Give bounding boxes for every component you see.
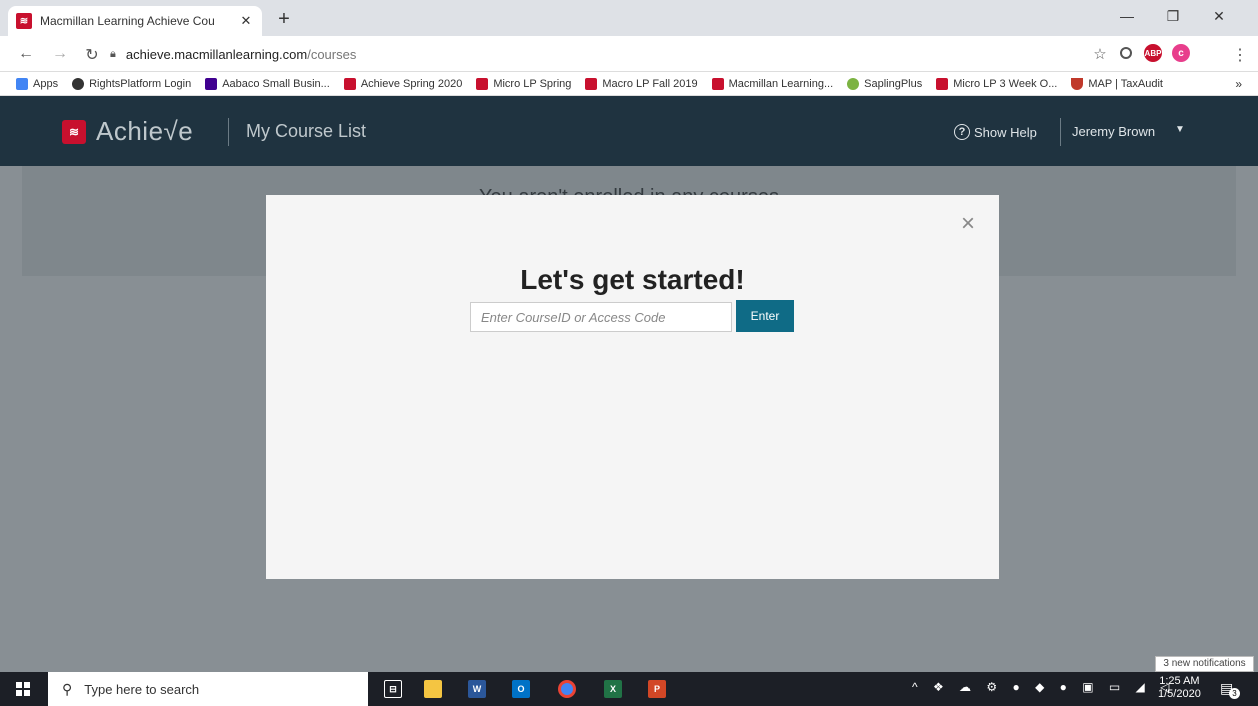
macmillan-icon	[936, 77, 949, 90]
bookmark-macro-lp-fall[interactable]: Macro LP Fall 2019	[585, 77, 698, 90]
reload-icon[interactable]: ↻	[82, 45, 102, 65]
url-path: /courses	[307, 46, 357, 62]
shield-icon	[1071, 77, 1084, 90]
bookmark-label: Macro LP Fall 2019	[602, 77, 698, 90]
notifications-tooltip: 3 new notifications	[1155, 656, 1254, 672]
taskbar-clock[interactable]: 1:25 AM 1/5/2020	[1158, 675, 1201, 701]
bookmark-label: MAP | TaxAudit	[1088, 77, 1163, 90]
caret-down-icon[interactable]: ▼	[1175, 124, 1185, 135]
system-tray-icons[interactable]: ^ ❖ ☁ ⚙ ● ◆ ● ▣ ▭ ◢ ◁	[912, 680, 1175, 694]
bookmark-label: Micro LP 3 Week O...	[953, 77, 1058, 90]
macmillan-favicon-icon: ≋	[16, 13, 32, 29]
bookmark-label: SaplingPlus	[864, 77, 923, 90]
macmillan-icon	[343, 77, 356, 90]
word-icon[interactable]: W	[468, 680, 486, 698]
bookmark-micro-lp-spring[interactable]: Micro LP Spring	[476, 77, 572, 90]
file-explorer-icon[interactable]	[424, 680, 442, 698]
extension-circle-icon[interactable]	[1120, 47, 1132, 59]
action-center-icon[interactable]: ▤ 3	[1220, 680, 1240, 699]
browser-tab-strip: ≋ Macmillan Learning Achieve Cou ✕ + — ❐…	[0, 0, 1258, 36]
get-started-modal	[266, 195, 999, 579]
restore-icon[interactable]: ❐	[1150, 8, 1196, 25]
bookmark-label: Apps	[33, 77, 59, 90]
bookmark-rightsplatform[interactable]: RightsPlatform Login	[72, 77, 192, 90]
minimize-icon[interactable]: —	[1104, 8, 1150, 24]
url-field[interactable]: 🔒︎ achieve.macmillanlearning.com /course…	[110, 41, 1110, 67]
forward-icon[interactable]: →	[50, 45, 70, 63]
new-tab-button[interactable]: +	[274, 8, 294, 31]
lock-icon: 🔒︎	[110, 47, 116, 60]
menu-kebab-icon[interactable]: ⋮	[1230, 45, 1250, 65]
achieve-logo-text[interactable]: Achie√e	[96, 116, 193, 147]
outlook-icon[interactable]: O	[512, 680, 530, 698]
back-icon[interactable]: ←	[16, 45, 36, 63]
url-host: achieve.macmillanlearning.com	[125, 46, 308, 62]
modal-close-icon[interactable]: ×	[958, 210, 978, 238]
achieve-logo-icon: ≋	[62, 120, 86, 144]
macmillan-icon	[476, 77, 489, 90]
macmillan-icon	[711, 77, 724, 90]
course-code-input[interactable]	[470, 302, 732, 332]
show-help-label: Show Help	[974, 124, 1037, 140]
apps-grid-icon	[16, 77, 28, 90]
search-icon: ⚲	[62, 680, 73, 697]
windows-start-icon[interactable]	[16, 682, 30, 696]
browser-tab[interactable]: ≋ Macmillan Learning Achieve Cou ✕	[8, 6, 262, 36]
bookmark-saplingplus[interactable]: SaplingPlus	[847, 77, 923, 90]
star-icon[interactable]: ☆	[1090, 45, 1110, 63]
clock-date: 1/5/2020	[1158, 688, 1201, 700]
task-view-icon[interactable]: ⊟	[384, 680, 402, 698]
yahoo-icon	[205, 77, 218, 90]
bookmark-label: Achieve Spring 2020	[360, 77, 463, 90]
macmillan-icon	[585, 77, 598, 90]
modal-title: Let's get started!	[520, 264, 745, 295]
tab-close-icon[interactable]: ✕	[238, 13, 254, 29]
address-bar-row: ← → ↻ 🔒︎ achieve.macmillanlearning.com /…	[0, 36, 1258, 72]
taskbar-search-box[interactable]: ⚲ Type here to search	[48, 672, 368, 706]
bookmark-achieve-spring[interactable]: Achieve Spring 2020	[343, 77, 463, 90]
bookmarks-overflow-icon[interactable]: »	[1235, 77, 1242, 91]
window-close-icon[interactable]: ✕	[1196, 8, 1242, 25]
bookmark-macmillan-learning[interactable]: Macmillan Learning...	[711, 77, 834, 90]
bookmark-label: Macmillan Learning...	[728, 77, 834, 90]
bookmark-map-taxaudit[interactable]: MAP | TaxAudit	[1071, 77, 1163, 90]
bookmark-label: Micro LP Spring	[493, 77, 572, 90]
page-title: My Course List	[246, 121, 367, 141]
enter-button[interactable]: Enter	[736, 300, 794, 332]
bookmarks-bar: Apps RightsPlatform Login Aabaco Small B…	[0, 72, 1258, 96]
bookmark-aabaco[interactable]: Aabaco Small Busin...	[205, 77, 330, 90]
bookmark-micro-lp-3-week[interactable]: Micro LP 3 Week O...	[936, 77, 1058, 90]
chrome-icon[interactable]	[558, 680, 576, 698]
header-divider	[228, 118, 229, 146]
bookmark-label: RightsPlatform Login	[89, 77, 192, 90]
excel-icon[interactable]: X	[604, 680, 622, 698]
profile-avatar[interactable]: c	[1172, 44, 1190, 62]
notification-count-badge: 3	[1229, 688, 1240, 699]
sapling-icon	[847, 77, 860, 90]
adblock-icon[interactable]: ABP	[1144, 44, 1162, 62]
bookmark-apps[interactable]: Apps	[16, 77, 59, 90]
tab-title: Macmillan Learning Achieve Cou	[40, 14, 215, 28]
user-menu[interactable]: Jeremy Brown	[1072, 124, 1155, 139]
taskbar-search-placeholder: Type here to search	[84, 681, 200, 697]
powerpoint-icon[interactable]: P	[648, 680, 666, 698]
clock-time: 1:25 AM	[1159, 675, 1200, 687]
header-divider	[1060, 118, 1061, 146]
bookmark-label: Aabaco Small Busin...	[222, 77, 330, 90]
rightsplatform-icon	[72, 77, 85, 90]
show-help-button[interactable]: ? Show Help	[954, 124, 1037, 140]
help-icon: ?	[954, 124, 970, 140]
